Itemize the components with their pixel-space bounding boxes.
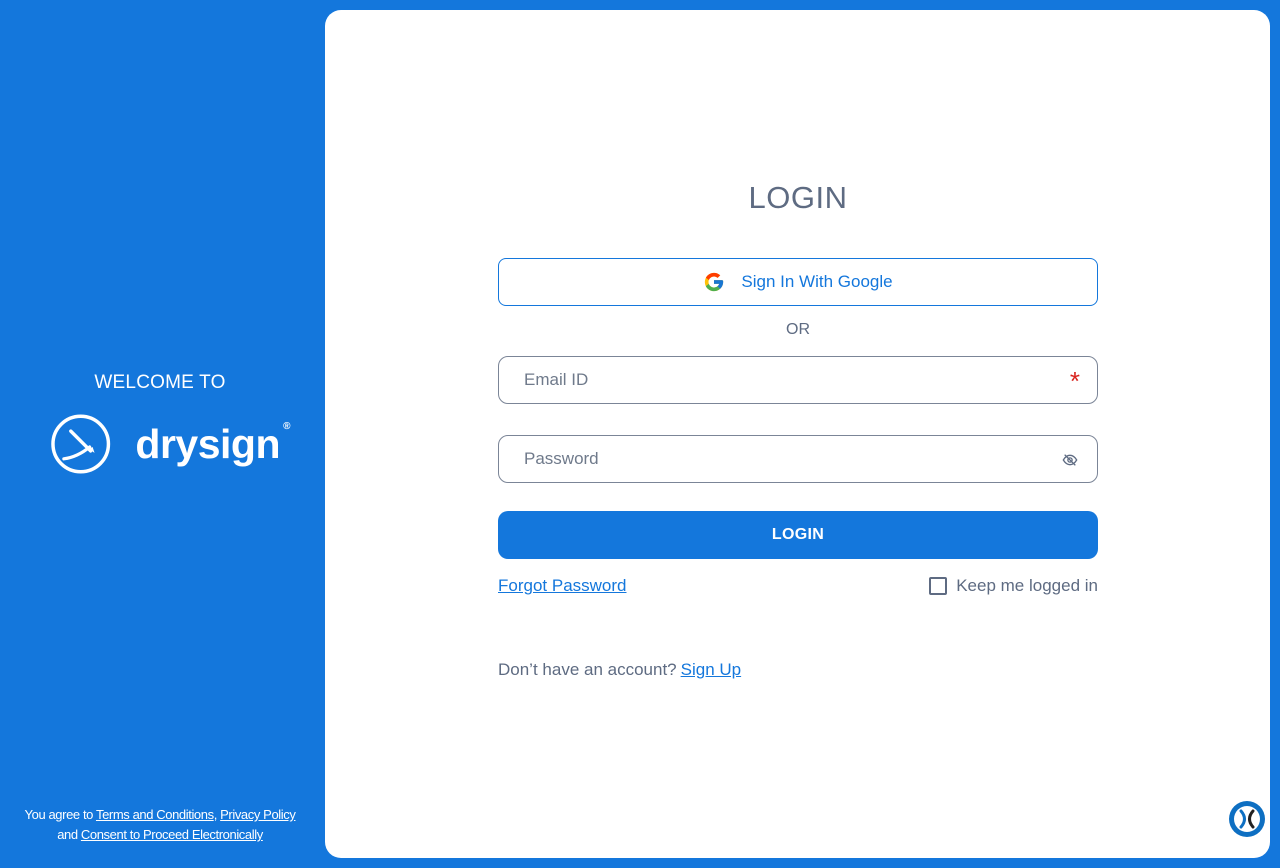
registered-mark: ® (283, 420, 290, 432)
brand-name: drysign ® (135, 420, 290, 467)
no-account-text: Don’t have an account? (498, 660, 677, 679)
legal-notice: You agree to Terms and Conditions, Priva… (22, 805, 298, 845)
keep-logged-in-checkbox[interactable] (929, 577, 948, 595)
brand-panel: WELCOME TO drysign ® You agree to Terms a… (0, 0, 325, 868)
brand-name-text: drysign (135, 420, 280, 467)
eye-off-icon[interactable] (1062, 452, 1078, 468)
drysign-logo-icon (51, 414, 111, 474)
forgot-password-link[interactable]: Forgot Password (498, 576, 627, 596)
password-field[interactable] (498, 435, 1098, 483)
password-input[interactable] (524, 436, 1044, 482)
consent-link[interactable]: Consent to Proceed Electronically (81, 827, 263, 842)
signup-link[interactable]: Sign Up (681, 660, 741, 679)
signup-prompt: Don’t have an account? Sign Up (498, 660, 741, 680)
legal-comma: , (213, 807, 218, 822)
login-card: LOGIN Sign In With Google OR * LOGIN (325, 10, 1270, 858)
google-signin-button[interactable]: Sign In With Google (498, 258, 1098, 306)
terms-link[interactable]: Terms and Conditions (96, 807, 214, 822)
required-marker: * (1069, 366, 1080, 396)
email-input[interactable] (524, 357, 1044, 403)
google-icon (705, 272, 724, 292)
chat-widget-icon (1234, 806, 1260, 832)
google-signin-label: Sign In With Google (741, 272, 893, 291)
or-divider: OR (786, 321, 810, 338)
keep-logged-in[interactable]: Keep me logged in (929, 576, 1098, 596)
welcome-heading: WELCOME TO (94, 372, 226, 393)
brand-logo: drysign ® (50, 412, 290, 476)
chat-widget-button[interactable] (1229, 801, 1265, 837)
login-button[interactable]: LOGIN (498, 511, 1098, 559)
keep-logged-in-label: Keep me logged in (956, 576, 1098, 595)
legal-prefix: You agree to (24, 807, 94, 822)
privacy-policy-link[interactable]: Privacy Policy (220, 807, 296, 822)
email-field[interactable]: * (498, 356, 1098, 404)
page-title: LOGIN (748, 180, 848, 215)
legal-and: and (57, 827, 78, 842)
